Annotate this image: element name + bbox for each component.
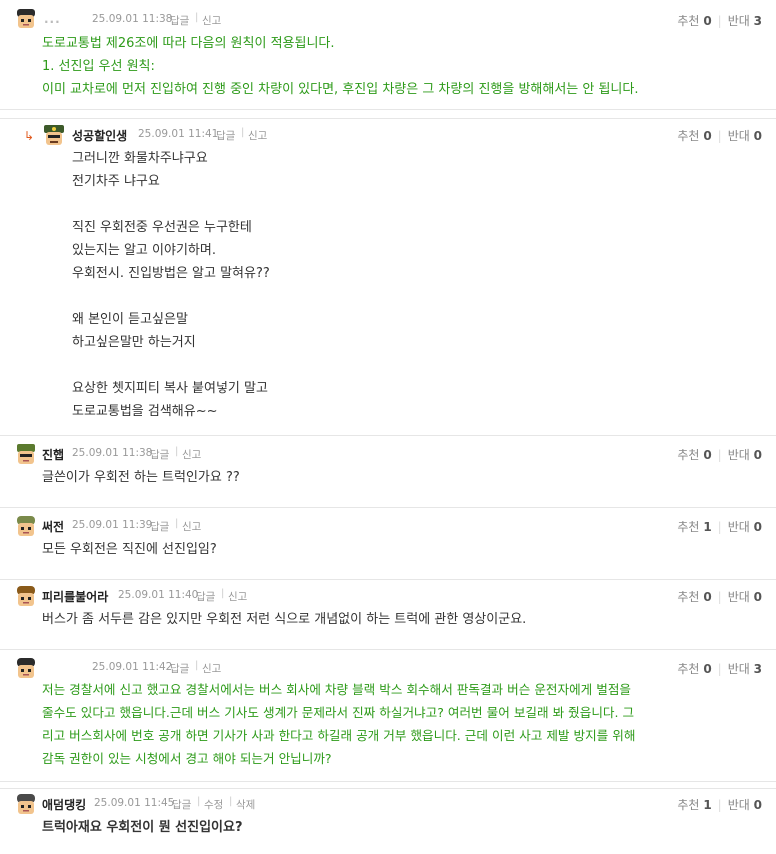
- comment-item: ... 25.09.01 11:38 답글 | 신고 추천 0 | 반대 3 도로교…: [0, 0, 776, 110]
- downvote-button[interactable]: 반대 0: [728, 129, 762, 143]
- reply-button[interactable]: 답글: [196, 589, 215, 604]
- report-button[interactable]: 신고: [202, 13, 221, 28]
- vote-counts: 추천 0 | 반대 0: [677, 448, 762, 462]
- avatar-icon[interactable]: [14, 7, 38, 31]
- downvote-button[interactable]: 반대 0: [728, 798, 762, 812]
- reply-button[interactable]: 답글: [170, 13, 189, 28]
- edit-button[interactable]: 수정: [204, 797, 223, 812]
- nickname[interactable]: 써전: [42, 518, 64, 535]
- divider: |: [195, 12, 199, 23]
- report-button[interactable]: 신고: [228, 589, 247, 604]
- timestamp: 25.09.01 11:40: [118, 589, 199, 601]
- comment-body: 저는 경찰서에 신고 했고요 경찰서에서는 버스 회사에 차량 블랙 박스 회수…: [42, 682, 636, 766]
- reply-button[interactable]: 답글: [150, 447, 169, 462]
- vote-counts: 추천 0 | 반대 0: [677, 129, 762, 143]
- upvote-button[interactable]: 추천 0: [677, 14, 711, 28]
- divider: |: [241, 127, 245, 138]
- comment-item: 애덤댕킹 25.09.01 11:45 답글 | 수정 | 삭제 추천 1 | 반대…: [0, 788, 776, 854]
- delete-button[interactable]: 삭제: [236, 797, 255, 812]
- upvote-button[interactable]: 추천 0: [677, 662, 711, 676]
- upvote-button[interactable]: 추천 0: [677, 129, 711, 143]
- comment-body: 도로교통법 제26조에 따라 다음의 원칙이 적용됩니다. 1. 선진입 우선 …: [42, 36, 639, 97]
- report-button[interactable]: 신고: [248, 128, 267, 143]
- reply-button[interactable]: 답글: [150, 519, 169, 534]
- divider: |: [197, 796, 201, 807]
- timestamp: 25.09.01 11:45: [94, 797, 175, 809]
- reply-button[interactable]: 답글: [170, 661, 189, 676]
- divider: |: [175, 446, 179, 457]
- vote-counts: 추천 0 | 반대 3: [677, 14, 762, 28]
- avatar-icon[interactable]: [14, 515, 38, 539]
- nickname[interactable]: ...: [44, 12, 61, 26]
- comment-body: 모든 우회전은 직진에 선진입임?: [42, 542, 217, 557]
- avatar-icon[interactable]: [42, 124, 66, 148]
- timestamp: 25.09.01 11:41: [138, 128, 219, 140]
- report-button[interactable]: 신고: [182, 519, 201, 534]
- vote-counts: 추천 1 | 반대 0: [677, 520, 762, 534]
- upvote-button[interactable]: 추천 1: [677, 798, 711, 812]
- comment-body: 버스가 좀 서두른 감은 있지만 우회전 저런 식으로 개념없이 하는 트럭에 …: [42, 612, 527, 627]
- comment-body: 그러니깐 화물차주냐구요 전기차주 냐구요 직진 우회전중 우선권은 누구한테 …: [72, 151, 270, 419]
- upvote-button[interactable]: 추천 0: [677, 590, 711, 604]
- reply-button[interactable]: 답글: [216, 128, 235, 143]
- downvote-button[interactable]: 반대 3: [728, 14, 762, 28]
- report-button[interactable]: 신고: [202, 661, 221, 676]
- divider: |: [175, 518, 179, 529]
- avatar-icon[interactable]: [14, 793, 38, 817]
- upvote-button[interactable]: 추천 0: [677, 448, 711, 462]
- vote-counts: 추천 1 | 반대 0: [677, 798, 762, 812]
- nickname[interactable]: 피리를불어라: [42, 588, 108, 605]
- nickname[interactable]: 애덤댕킹: [42, 796, 86, 813]
- avatar-icon[interactable]: [14, 585, 38, 609]
- comment-item: 25.09.01 11:42 답글 | 신고 추천 0 | 반대 3 저는 경찰서에…: [0, 652, 776, 782]
- timestamp: 25.09.01 11:39: [72, 519, 153, 531]
- downvote-button[interactable]: 반대 0: [728, 448, 762, 462]
- comment-item: 진햅 25.09.01 11:38 답글 | 신고 추천 0 | 반대 0 글쓴이가…: [0, 438, 776, 508]
- downvote-button[interactable]: 반대 0: [728, 590, 762, 604]
- comment-body: 트럭아재요 우회전이 뭔 선진입이요?: [42, 820, 243, 835]
- nickname[interactable]: 성공할인생: [72, 127, 127, 144]
- report-button[interactable]: 신고: [182, 447, 201, 462]
- upvote-button[interactable]: 추천 1: [677, 520, 711, 534]
- divider: |: [221, 588, 225, 599]
- timestamp: 25.09.01 11:38: [92, 13, 173, 25]
- comment-item: 써전 25.09.01 11:39 답글 | 신고 추천 1 | 반대 0 모든 우…: [0, 510, 776, 580]
- comment-item-reply: ↳ 성공할인생 25.09.01 11:41 답글 | 신고 추천 0 | 반대 0…: [0, 118, 776, 436]
- avatar-icon[interactable]: [14, 443, 38, 467]
- nickname[interactable]: 진햅: [42, 446, 64, 463]
- comment-item: 피리를불어라 25.09.01 11:40 답글 | 신고 추천 0 | 반대 0 …: [0, 580, 776, 650]
- divider: |: [195, 660, 199, 671]
- vote-counts: 추천 0 | 반대 0: [677, 590, 762, 604]
- vote-counts: 추천 0 | 반대 3: [677, 662, 762, 676]
- reply-button[interactable]: 답글: [172, 797, 191, 812]
- timestamp: 25.09.01 11:42: [92, 661, 173, 673]
- timestamp: 25.09.01 11:38: [72, 447, 153, 459]
- reply-arrow-icon: ↳: [24, 129, 35, 143]
- avatar-icon[interactable]: [14, 657, 38, 681]
- downvote-button[interactable]: 반대 0: [728, 520, 762, 534]
- comment-body: 글쓴이가 우회전 하는 트럭인가요 ??: [42, 470, 240, 485]
- divider: |: [229, 796, 233, 807]
- downvote-button[interactable]: 반대 3: [728, 662, 762, 676]
